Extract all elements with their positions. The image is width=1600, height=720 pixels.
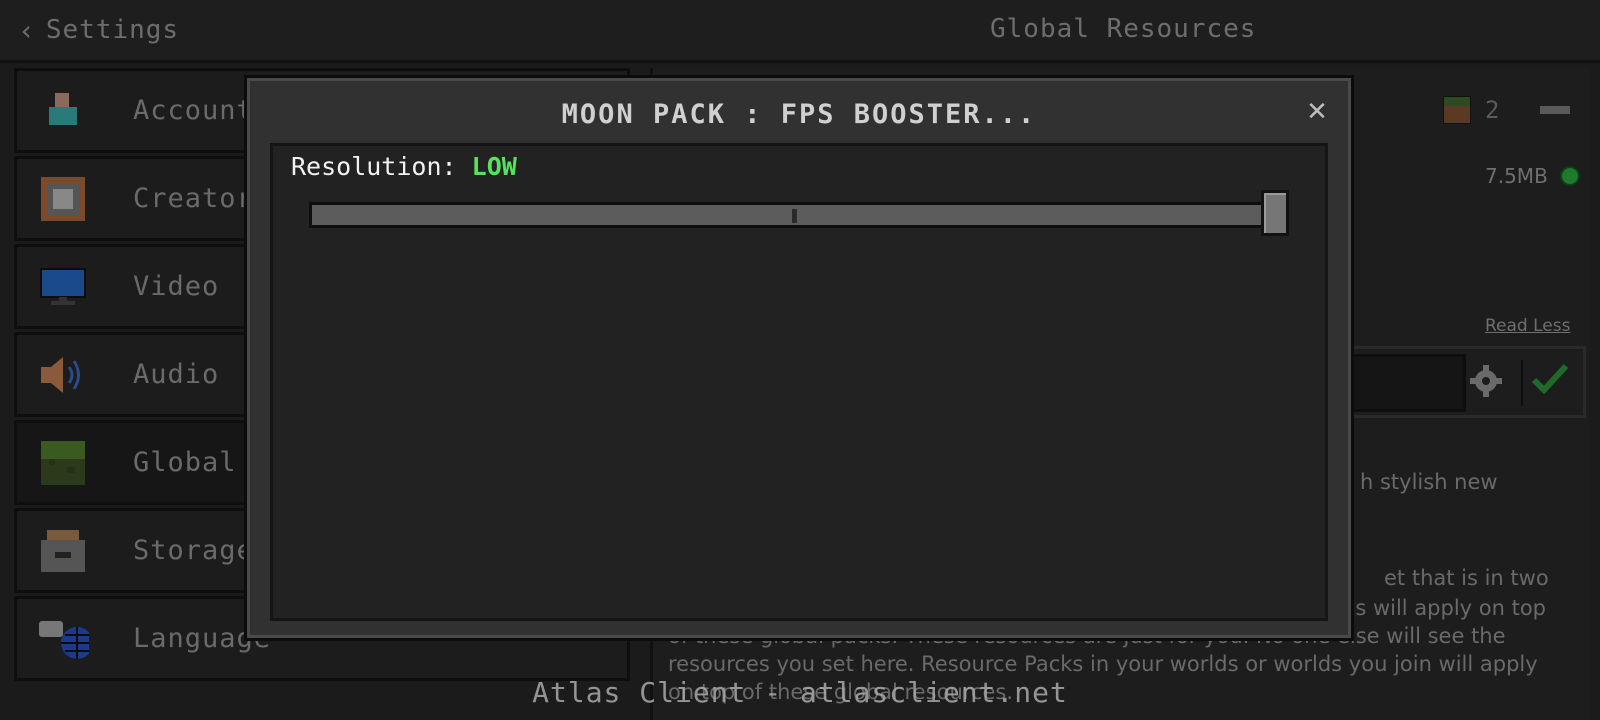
active-pack-count: 2 (1443, 96, 1499, 124)
description-fragment: ds will apply on top (1342, 596, 1547, 620)
language-icon (37, 613, 89, 665)
page-title: Global Resources (990, 14, 1257, 44)
sidebar-item-label: Creator (133, 183, 254, 214)
back-button-label: Settings (45, 15, 180, 45)
resolution-slider[interactable] (309, 202, 1269, 228)
creator-icon (37, 173, 89, 225)
account-icon (37, 85, 89, 137)
description-fragment: et that is in two (1384, 566, 1549, 590)
pack-size: 7.5MB (1485, 164, 1548, 188)
description-fragment: h stylish new (1360, 470, 1498, 494)
slider-tick (792, 209, 797, 223)
dialog-body: Resolution: LOW (270, 143, 1328, 621)
divider (1521, 360, 1523, 406)
watermark-text: Atlas Client - atlasclient.net (532, 676, 1068, 709)
pack-settings-dialog: MOON PACK : FPS BOOSTER... ✕ Resolution:… (247, 78, 1351, 638)
resolution-label-text: Resolution: (291, 152, 457, 181)
storage-icon (37, 525, 89, 577)
resolution-value: LOW (471, 152, 517, 181)
slider-handle[interactable] (1261, 190, 1289, 236)
grass-block-icon (1443, 96, 1471, 124)
pack-count-value: 2 (1485, 96, 1500, 124)
resolution-setting-label: Resolution: LOW (291, 152, 517, 181)
gear-icon[interactable] (1470, 365, 1502, 401)
sidebar-item-label: Storage (133, 535, 254, 566)
sidebar-item-label: Video (133, 271, 220, 302)
back-button[interactable]: ‹ Settings (18, 12, 179, 48)
dialog-title: MOON PACK : FPS BOOSTER... (561, 99, 1037, 130)
read-less-link[interactable]: Read Less (1485, 316, 1570, 336)
status-dot (1560, 166, 1580, 186)
top-bar: ‹ Settings Global Resources (0, 0, 1600, 63)
grass-block-icon (37, 437, 89, 489)
sidebar-item-label: Account (133, 95, 254, 126)
collapse-button[interactable] (1540, 106, 1570, 114)
description-line: resources you set here. Resource Packs i… (668, 652, 1538, 676)
checkmark-icon[interactable] (1530, 362, 1570, 402)
speaker-icon (37, 349, 89, 401)
monitor-icon (37, 261, 89, 313)
sidebar-item-label: Audio (133, 359, 220, 390)
chevron-left-icon: ‹ (18, 13, 36, 47)
close-icon[interactable]: ✕ (1302, 97, 1332, 127)
